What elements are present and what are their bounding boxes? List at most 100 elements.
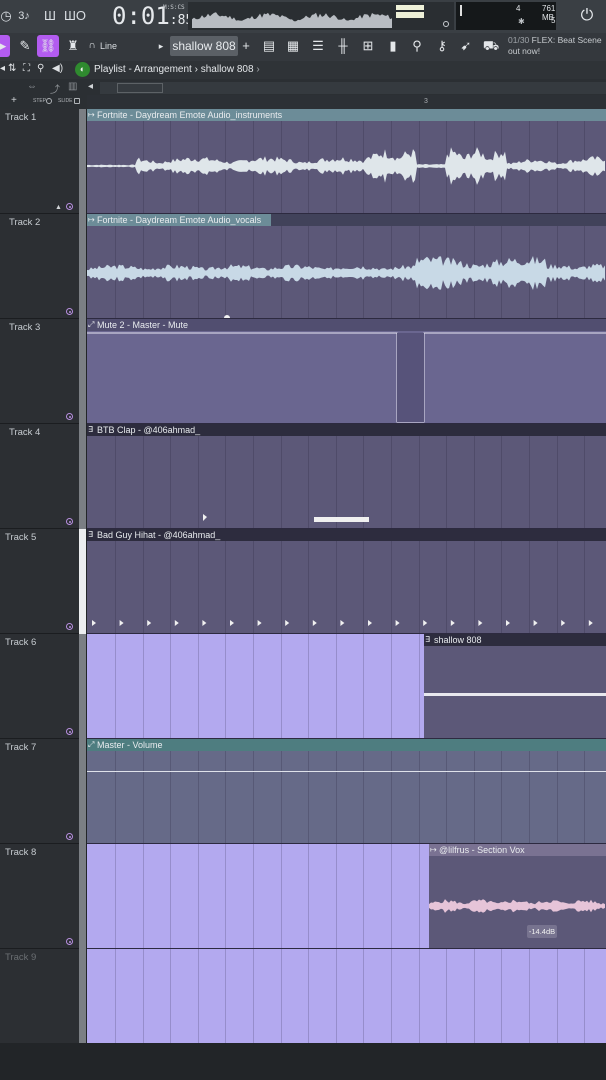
link-tool-icon[interactable]: ⛓ — [37, 35, 59, 57]
slide-tool-icon[interactable]: ⇔ — [27, 81, 37, 92]
tempo-icon[interactable]: 3♪ — [14, 4, 34, 28]
track-record-icon[interactable] — [66, 203, 73, 210]
track-lane[interactable] — [87, 949, 606, 1044]
slide-checkbox[interactable] — [74, 98, 80, 104]
clip-header[interactable]: ∃ shallow 808 — [424, 634, 606, 646]
playlist-icon[interactable]: ▤ — [258, 35, 280, 57]
grid-line — [363, 739, 365, 843]
step-icon[interactable]: Ш — [40, 4, 60, 28]
track-lane[interactable]: ⤢ Master - Volume — [87, 739, 606, 844]
step-radio[interactable] — [46, 98, 52, 104]
grid-line — [197, 739, 199, 843]
track-name: Track 3 — [9, 322, 41, 333]
track-header[interactable]: Track 4 — [0, 424, 79, 529]
track-header[interactable]: Track 1 ▲ — [0, 109, 79, 214]
track-lane[interactable]: ∃ BTB Clap - @406ahmad_ — [87, 424, 606, 529]
track-record-icon[interactable] — [66, 728, 73, 735]
clip-header[interactable]: ↦ @lilfrus - Section Vox — [429, 844, 606, 856]
speaker-icon[interactable]: ◀) — [52, 63, 63, 74]
pattern-clip-icon: ∃ — [88, 425, 94, 434]
shop-icon[interactable]: ⛟ — [480, 35, 502, 57]
scroll-left-icon[interactable]: ◂ — [88, 81, 93, 92]
fl-logo-icon[interactable]: ◐ — [75, 62, 90, 77]
track-record-icon[interactable] — [66, 413, 73, 420]
clip-name: Fortnite - Daydream Emote Audio_instrume… — [97, 110, 283, 120]
grid-line — [170, 739, 172, 843]
clip-name: Fortnite - Daydream Emote Audio_vocals — [97, 215, 262, 225]
grid-line — [142, 949, 144, 1043]
clip-header[interactable]: ∃ BTB Clap - @406ahmad_ — [87, 424, 606, 436]
grid-line — [115, 634, 116, 738]
track-header[interactable]: Track 8 — [0, 844, 79, 949]
slide-toggle[interactable]: SLIDE — [58, 98, 72, 104]
track-lane[interactable]: ↦ Fortnite - Daydream Emote Audio_vocals — [87, 214, 606, 319]
mic-icon[interactable]: ⚷ — [431, 35, 453, 57]
clip-header[interactable]: ⤢ Mute 2 - Master - Mute — [87, 319, 606, 331]
time-display[interactable]: 0:01:85 M:S:CS — [112, 2, 193, 30]
track-record-icon[interactable] — [66, 938, 73, 945]
snap-icon[interactable]: ⛶ — [23, 63, 30, 74]
track-record-icon[interactable] — [66, 833, 73, 840]
clip-header[interactable]: ⤢ Master - Volume — [87, 739, 606, 751]
track-name: Track 2 — [9, 217, 41, 228]
pattern-selector[interactable]: shallow 808 — [170, 36, 238, 56]
channel-rack-icon[interactable]: ☰ — [307, 35, 329, 57]
track-lane[interactable]: ⤢ Mute 2 - Master - Mute — [87, 319, 606, 424]
expand-icon[interactable]: ▲ — [55, 204, 62, 211]
mixer-icon[interactable]: ╫ — [332, 35, 354, 57]
zoom-icon[interactable]: ⚲ — [37, 63, 44, 74]
grid-line — [225, 949, 227, 1043]
magnet-icon[interactable]: ∩ — [86, 35, 98, 57]
add-track-icon[interactable]: + — [11, 95, 17, 106]
track-lane[interactable]: ↦ Fortnite - Daydream Emote Audio_instru… — [87, 109, 606, 214]
news-panel[interactable]: 01/30 FLEX: Beat Scene out now! — [508, 35, 606, 57]
grid-line — [280, 949, 282, 1043]
breadcrumb-pattern[interactable]: shallow 808 — [201, 64, 254, 75]
add-pattern-icon[interactable]: + — [240, 35, 252, 57]
paint-tool-icon[interactable]: ✎ — [14, 35, 36, 57]
cpu-meter[interactable]: 4 ✱ 761 MB 5 — [456, 2, 556, 30]
track-lane[interactable]: ∃ shallow 808 — [87, 634, 606, 739]
breadcrumb-arrow-icon[interactable]: › — [256, 64, 259, 75]
overview-scrollbar[interactable] — [100, 82, 606, 94]
stamp-tool-icon[interactable]: ♜ — [62, 35, 84, 57]
breadcrumb-root[interactable]: Playlist - Arrangement — [94, 64, 192, 75]
plugin-icon[interactable]: ⚲ — [406, 35, 428, 57]
track-lane[interactable]: ∃ Bad Guy Hihat - @406ahmad_ — [87, 529, 606, 634]
track-header[interactable]: Track 6 — [0, 634, 79, 739]
track-header[interactable]: Track 2 — [0, 214, 79, 319]
draw-tool-icon[interactable]: ▸ — [0, 35, 10, 57]
track-record-icon[interactable] — [66, 623, 73, 630]
pattern-clip[interactable] — [424, 634, 606, 738]
timeline-ruler[interactable]: 3 — [87, 95, 606, 109]
browser-icon[interactable]: ⊞ — [357, 35, 379, 57]
pattern-clip-icon: ∃ — [425, 635, 431, 644]
track-record-icon[interactable] — [66, 308, 73, 315]
wave-icon[interactable]: ШО — [64, 4, 86, 28]
track-header[interactable]: Track 3 — [0, 319, 79, 424]
keyboard-icon[interactable]: ▥ — [68, 81, 77, 92]
track-header[interactable]: Track 7 — [0, 739, 79, 844]
menu-arrow-icon[interactable]: ◂ — [0, 63, 5, 74]
track-header[interactable]: Track 9 — [0, 949, 79, 1044]
curve-tool-icon[interactable]: ⤴ — [50, 81, 60, 96]
pattern-prev-icon[interactable]: ▸ — [155, 35, 167, 57]
hihat-step — [561, 620, 566, 626]
track-lane[interactable]: ↦ @lilfrus - Section Vox -14.4dB — [87, 844, 606, 949]
grid-line — [418, 634, 420, 738]
tour-icon[interactable]: ➹ — [455, 35, 477, 57]
clock-icon[interactable]: ◷ — [0, 4, 12, 28]
clip-name: Master - Volume — [97, 740, 163, 750]
power-icon[interactable]: ⏻ — [575, 3, 599, 29]
overview-thumb[interactable] — [117, 83, 163, 93]
track-record-icon[interactable] — [66, 518, 73, 525]
clip-header[interactable]: ↦ Fortnite - Daydream Emote Audio_vocals — [87, 214, 271, 226]
snap-mode-select[interactable]: Line — [100, 38, 150, 54]
track-header[interactable]: Track 5 — [0, 529, 79, 634]
step-toggle[interactable]: STEP — [33, 98, 46, 104]
clip-header[interactable]: ∃ Bad Guy Hihat - @406ahmad_ — [87, 529, 606, 541]
clip-header[interactable]: ↦ Fortnite - Daydream Emote Audio_instru… — [87, 109, 606, 121]
piano-roll-icon[interactable]: ▦ — [282, 35, 304, 57]
file-icon[interactable]: ▮ — [382, 35, 404, 57]
options-icon[interactable]: ⇅ — [8, 63, 16, 74]
